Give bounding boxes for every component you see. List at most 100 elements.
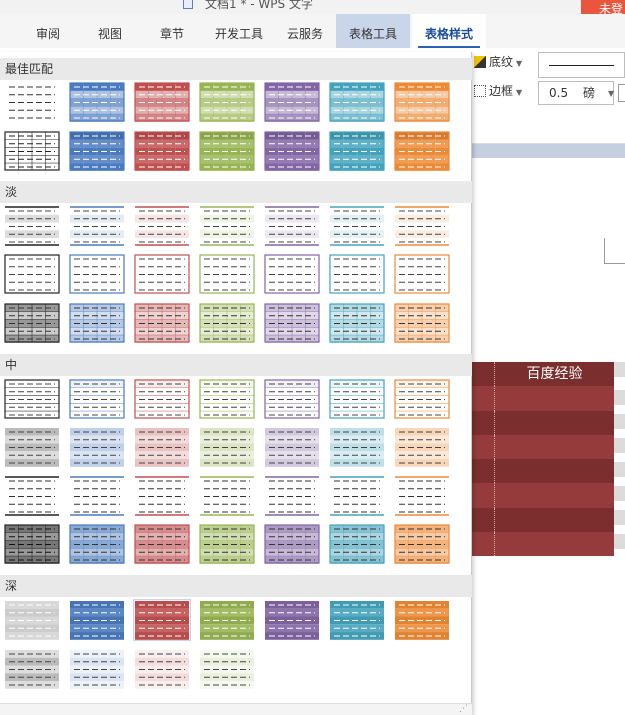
table-cell[interactable] bbox=[614, 390, 625, 405]
table-style-thumbnail[interactable] bbox=[329, 254, 385, 294]
table-style-thumbnail[interactable] bbox=[69, 206, 125, 246]
table-cell[interactable] bbox=[614, 534, 625, 549]
table-cell[interactable] bbox=[495, 483, 614, 507]
resize-grip-icon[interactable]: ⋰ bbox=[459, 704, 468, 714]
table-style-thumbnail[interactable] bbox=[199, 82, 255, 122]
line-style-select[interactable] bbox=[538, 52, 625, 78]
table-style-thumbnail[interactable] bbox=[394, 206, 450, 246]
table-row[interactable] bbox=[470, 410, 614, 435]
table-cell[interactable] bbox=[614, 510, 625, 525]
table-cell[interactable] bbox=[614, 438, 625, 453]
table-style-thumbnail[interactable] bbox=[69, 82, 125, 122]
table-style-thumbnail[interactable] bbox=[134, 649, 190, 689]
table-cell[interactable] bbox=[614, 362, 625, 377]
table-style-thumbnail[interactable] bbox=[264, 131, 320, 171]
table-cell[interactable] bbox=[495, 411, 614, 435]
table-style-thumbnail[interactable] bbox=[4, 427, 60, 467]
table-row[interactable] bbox=[470, 459, 614, 484]
table-cell[interactable] bbox=[470, 532, 495, 557]
table-cell[interactable] bbox=[470, 434, 495, 460]
table-style-thumbnail[interactable] bbox=[69, 303, 125, 343]
table-style-thumbnail[interactable] bbox=[199, 600, 255, 640]
table-style-thumbnail[interactable] bbox=[4, 206, 60, 246]
table-style-thumbnail[interactable] bbox=[394, 476, 450, 516]
table-style-thumbnail[interactable] bbox=[264, 476, 320, 516]
table-style-thumbnail[interactable] bbox=[69, 254, 125, 294]
tab-chapter[interactable]: 章节 bbox=[144, 14, 200, 48]
table-style-thumbnail[interactable] bbox=[264, 524, 320, 564]
table-header-row[interactable]: 百度经验 bbox=[470, 362, 614, 387]
tab-table-tools[interactable]: 表格工具 bbox=[336, 14, 410, 48]
table-style-thumbnail[interactable] bbox=[394, 254, 450, 294]
table-row[interactable] bbox=[470, 386, 614, 411]
table-style-thumbnail[interactable] bbox=[4, 303, 60, 343]
tab-cloud-service[interactable]: 云服务 bbox=[278, 14, 332, 48]
table-cell[interactable] bbox=[614, 414, 625, 429]
table-style-thumbnail[interactable] bbox=[264, 82, 320, 122]
table-style-thumbnail[interactable] bbox=[264, 600, 320, 640]
table-style-thumbnail[interactable] bbox=[134, 524, 190, 564]
table-cell[interactable] bbox=[495, 459, 614, 483]
table-style-thumbnail[interactable] bbox=[329, 524, 385, 564]
table-style-thumbnail[interactable] bbox=[4, 82, 60, 122]
tab-table-style[interactable]: 表格样式 bbox=[412, 14, 486, 48]
table-style-thumbnail[interactable] bbox=[329, 206, 385, 246]
table-style-thumbnail[interactable] bbox=[69, 131, 125, 171]
table-style-thumbnail[interactable] bbox=[264, 206, 320, 246]
table-style-thumbnail[interactable] bbox=[4, 524, 60, 564]
table-style-thumbnail[interactable] bbox=[69, 476, 125, 516]
table-style-thumbnail[interactable] bbox=[69, 524, 125, 564]
table-style-thumbnail[interactable] bbox=[394, 600, 450, 640]
table-style-thumbnail[interactable] bbox=[134, 476, 190, 516]
table-style-thumbnail[interactable] bbox=[4, 131, 60, 171]
table-cell[interactable] bbox=[495, 435, 614, 459]
table-style-thumbnail[interactable] bbox=[4, 476, 60, 516]
table-row[interactable] bbox=[470, 483, 614, 508]
table-cell[interactable] bbox=[470, 410, 495, 435]
table-style-thumbnail[interactable] bbox=[394, 524, 450, 564]
table-cell[interactable] bbox=[495, 532, 614, 556]
table-style-thumbnail[interactable] bbox=[69, 649, 125, 689]
table-style-thumbnail[interactable] bbox=[394, 82, 450, 122]
table-style-thumbnail[interactable] bbox=[329, 131, 385, 171]
table-row[interactable] bbox=[470, 434, 614, 460]
table-style-thumbnail[interactable] bbox=[4, 379, 60, 419]
table-cell[interactable]: 百度经验 bbox=[495, 362, 614, 386]
table-style-thumbnail[interactable] bbox=[199, 131, 255, 171]
table-style-thumbnail[interactable] bbox=[4, 600, 60, 640]
table-cell[interactable] bbox=[470, 459, 495, 484]
border-button[interactable]: 边框 ▼ bbox=[474, 82, 522, 99]
table-cell[interactable] bbox=[495, 386, 614, 410]
table-style-thumbnail[interactable] bbox=[199, 254, 255, 294]
table-style-thumbnail[interactable] bbox=[329, 427, 385, 467]
table-style-thumbnail[interactable] bbox=[329, 476, 385, 516]
table-style-thumbnail[interactable] bbox=[134, 131, 190, 171]
tab-review[interactable]: 审阅 bbox=[20, 14, 76, 48]
table-style-thumbnail[interactable] bbox=[199, 303, 255, 343]
table-style-thumbnail[interactable] bbox=[69, 600, 125, 640]
table-style-thumbnail[interactable] bbox=[394, 379, 450, 419]
tab-developer-tools[interactable]: 开发工具 bbox=[206, 14, 272, 48]
table-cell[interactable] bbox=[470, 507, 495, 533]
table-style-thumbnail[interactable] bbox=[199, 649, 255, 689]
table-style-thumbnail[interactable] bbox=[199, 427, 255, 467]
table-style-thumbnail[interactable] bbox=[134, 82, 190, 122]
table-cell[interactable] bbox=[495, 508, 614, 532]
table-cell[interactable] bbox=[470, 483, 495, 508]
table-style-thumbnail[interactable] bbox=[394, 427, 450, 467]
table-style-thumbnail[interactable] bbox=[199, 379, 255, 419]
line-weight-select[interactable]: 0.5 磅 ▼ bbox=[538, 81, 614, 105]
table-style-thumbnail[interactable] bbox=[4, 649, 60, 689]
table-cell[interactable] bbox=[614, 462, 625, 477]
table-style-thumbnail[interactable] bbox=[134, 427, 190, 467]
table-cell[interactable] bbox=[614, 486, 625, 501]
table-style-thumbnail[interactable] bbox=[199, 206, 255, 246]
table-style-thumbnail[interactable] bbox=[199, 524, 255, 564]
table-style-thumbnail[interactable] bbox=[264, 379, 320, 419]
table-row[interactable] bbox=[470, 532, 614, 557]
table-style-thumbnail[interactable] bbox=[69, 379, 125, 419]
table-style-thumbnail[interactable] bbox=[394, 303, 450, 343]
document-table[interactable]: 百度经验 bbox=[470, 362, 614, 557]
table-style-thumbnail[interactable] bbox=[264, 303, 320, 343]
table-style-thumbnail[interactable] bbox=[329, 379, 385, 419]
